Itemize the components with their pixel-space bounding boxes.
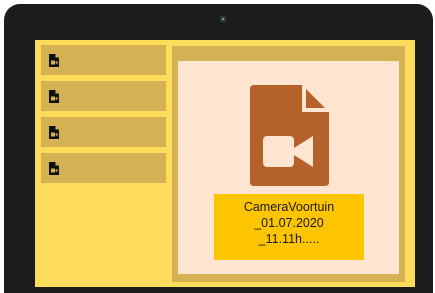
video-file-icon — [49, 54, 59, 67]
sidebar-item-file-4[interactable] — [41, 153, 166, 183]
video-file-icon — [49, 126, 59, 139]
video-file-icon — [49, 90, 59, 103]
file-name-line-1: CameraVoortuin — [243, 200, 335, 214]
video-file-icon — [250, 85, 329, 186]
app-screen: CameraVoortuin _01.07.2020 _11.11h..... — [35, 40, 415, 287]
file-name-label[interactable]: CameraVoortuin _01.07.2020 _11.11h..... — [214, 194, 364, 260]
sidebar-item-file-3[interactable] — [41, 117, 166, 147]
file-sidebar — [41, 45, 166, 189]
sidebar-item-file-1[interactable] — [41, 45, 166, 75]
webcam — [220, 16, 226, 22]
sidebar-item-file-2[interactable] — [41, 81, 166, 111]
preview-panel: CameraVoortuin _01.07.2020 _11.11h..... — [172, 46, 405, 282]
video-file-icon — [49, 162, 59, 175]
file-preview[interactable]: CameraVoortuin _01.07.2020 _11.11h..... — [178, 61, 399, 274]
file-name-line-3: _11.11h..... — [258, 232, 320, 246]
laptop-frame: CameraVoortuin _01.07.2020 _11.11h..... — [4, 4, 433, 293]
file-name-line-2: _01.07.2020 — [254, 216, 324, 230]
